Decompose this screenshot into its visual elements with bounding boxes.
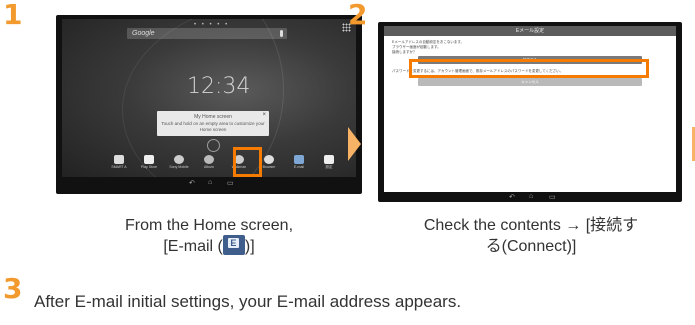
step-2-number: 2 <box>348 0 368 31</box>
dock-item-apps[interactable]: SMART A <box>110 155 128 169</box>
step-1-caption-line2: [E-mail (E)] <box>56 235 362 257</box>
home-screen: • • • • • Google 12:34 My Home screen To… <box>62 19 356 177</box>
tablet-email-setup: Eメール設定 Eメールアドレスの自動設定をおこないます。 ブラウザー画面が起動し… <box>378 22 682 202</box>
dock-item-browser[interactable]: Browser <box>260 155 278 169</box>
home-indicator-circle <box>207 139 220 152</box>
email-icon: E <box>222 235 245 256</box>
tip-title: My Home screen <box>194 114 232 120</box>
dock-item-sony[interactable]: Sony Mobile <box>169 155 189 169</box>
apps-icon <box>114 155 124 164</box>
back-icon[interactable]: ↶ <box>189 179 195 187</box>
google-search-bar[interactable]: Google <box>127 28 287 39</box>
browser-icon <box>264 155 274 164</box>
back-icon[interactable]: ↶ <box>509 193 515 201</box>
sony-icon <box>174 155 184 164</box>
step-2-caption: Check the contents → [接続す る(Connect)] <box>376 215 686 257</box>
settings-icon <box>324 155 334 164</box>
home-icon[interactable]: ⌂ <box>208 179 212 186</box>
clock-widget: 12:34 <box>187 74 251 99</box>
email-highlight <box>233 147 262 177</box>
home-screen-tip: My Home screen Touch and hold on an empt… <box>157 111 269 136</box>
step-1-caption-line1: From the Home screen, <box>124 217 294 234</box>
email-setup-screen: Eメール設定 Eメールアドレスの自動設定をおこないます。 ブラウザー画面が起動し… <box>384 26 676 192</box>
screen-title: Eメール設定 <box>384 26 676 36</box>
close-icon[interactable]: × <box>262 112 266 118</box>
info-line-2: ブラウザー画面が起動します。 <box>392 45 441 49</box>
info-line-1: Eメールアドレスの自動設定をおこないます。 <box>392 40 464 44</box>
home-icon[interactable]: ⌂ <box>529 193 533 200</box>
info-line-3: 接続しますか？ <box>392 50 417 54</box>
chevron-right-icon <box>348 127 361 161</box>
app-dock: SMART A Play Store Sony Mobile Album Wal… <box>110 155 342 169</box>
tablet-home-screen: • • • • • Google 12:34 My Home screen To… <box>56 15 362 194</box>
step-1-caption: From the Home screen, [E-mail (E)] <box>56 215 362 257</box>
dock-item-play-store[interactable]: Play Store <box>140 155 158 169</box>
connect-highlight <box>409 59 649 78</box>
tip-body: Touch and hold on an empty area to custo… <box>161 121 265 132</box>
search-label: Google <box>132 30 155 37</box>
mic-icon[interactable] <box>280 30 283 37</box>
album-icon <box>204 155 214 164</box>
step-2-caption-line1: Check the contents → [接続す <box>423 217 639 234</box>
dock-item-email[interactable]: E-mail <box>290 155 308 169</box>
navigation-bar: ↶ ⌂ ▭ <box>62 179 356 189</box>
play-store-icon <box>144 155 154 164</box>
dock-item-settings[interactable]: 設定 <box>320 155 338 169</box>
step-2-caption-line2: る(Connect)] <box>485 238 577 255</box>
dock-item-album[interactable]: Album <box>200 155 218 169</box>
step-3-caption: After E-mail initial settings, your E-ma… <box>34 292 462 311</box>
step-1-number: 1 <box>3 0 23 31</box>
email-icon <box>294 155 304 164</box>
recents-icon[interactable]: ▭ <box>549 193 556 201</box>
step-3-number: 3 <box>3 272 23 305</box>
cancel-button[interactable]: キャンセル <box>418 78 642 86</box>
navigation-bar: ↶ ⌂ ▭ <box>384 193 676 203</box>
recents-icon[interactable]: ▭ <box>227 179 234 187</box>
